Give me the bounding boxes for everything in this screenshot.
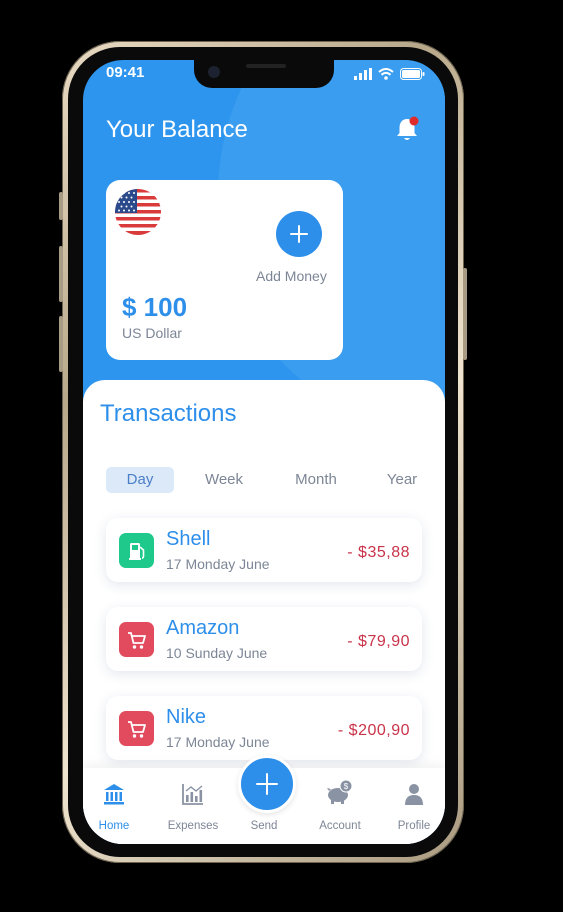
volume-down-button xyxy=(59,316,63,372)
tab-year[interactable]: Year xyxy=(373,467,431,493)
transaction-name: Nike xyxy=(166,706,207,728)
nav-label: Send xyxy=(250,820,278,832)
balance-card: Add Money $ 100 US Dollar xyxy=(106,180,343,360)
transaction-amount: - $79,90 xyxy=(347,633,410,650)
speaker-grille xyxy=(246,64,286,68)
svg-text:$: $ xyxy=(344,782,349,791)
transaction-name: Shell xyxy=(166,528,211,550)
plus-icon xyxy=(256,773,278,795)
tab-week[interactable]: Week xyxy=(189,467,259,493)
tab-day[interactable]: Day xyxy=(106,467,174,493)
transaction-item[interactable]: Amazon 10 Sunday June - $79,90 xyxy=(106,607,422,671)
nav-profile[interactable]: Profile xyxy=(378,768,445,844)
cart-icon xyxy=(119,622,154,657)
bank-icon xyxy=(104,784,124,805)
period-tabs: Day Week Month Year xyxy=(83,467,445,493)
transaction-amount: - $200,90 xyxy=(337,722,410,739)
notification-bell[interactable] xyxy=(394,116,420,144)
nav-label: Expenses xyxy=(167,820,219,832)
stage: 09:41 Your Balance Add Money $ 100 US Do… xyxy=(0,0,563,912)
transaction-item[interactable]: Nike 17 Monday June - $200,90 xyxy=(106,696,422,760)
power-button xyxy=(463,268,467,360)
nav-label: Profile xyxy=(397,820,431,832)
battery-icon xyxy=(400,68,425,80)
add-money-button[interactable] xyxy=(276,211,322,257)
transaction-amount: - $35,88 xyxy=(347,544,410,561)
camera-icon xyxy=(208,66,220,78)
tab-month[interactable]: Month xyxy=(281,467,351,493)
balance-currency: US Dollar xyxy=(122,325,182,341)
transaction-item[interactable]: Shell 17 Monday June - $35,88 xyxy=(106,518,422,582)
user-icon xyxy=(405,784,423,805)
balance-amount: $ 100 xyxy=(122,292,188,322)
nav-label: Account xyxy=(319,820,361,832)
piggy-bank-icon: $ xyxy=(327,780,353,804)
us-flag-icon xyxy=(115,189,161,235)
plus-icon xyxy=(290,225,308,243)
nav-home[interactable]: Home xyxy=(83,768,150,844)
cart-icon xyxy=(119,711,154,746)
transaction-name: Amazon xyxy=(166,617,240,639)
status-time: 09:41 xyxy=(106,64,145,81)
wifi-icon xyxy=(378,68,394,80)
chart-icon xyxy=(182,784,203,805)
nav-label: Home xyxy=(98,820,130,832)
transaction-date: 17 Monday June xyxy=(166,734,270,750)
silent-switch xyxy=(59,192,63,220)
bell-icon xyxy=(397,116,419,140)
fuel-icon xyxy=(119,533,154,568)
add-money-label[interactable]: Add Money xyxy=(256,268,327,284)
app-screen: 09:41 Your Balance Add Money $ 100 US Do… xyxy=(83,60,445,844)
signal-icon xyxy=(354,68,372,80)
page-title: Your Balance xyxy=(106,116,248,143)
nav-account[interactable]: $ Account xyxy=(304,768,376,844)
transactions-title: Transactions xyxy=(100,400,237,427)
nav-expenses[interactable]: Expenses xyxy=(157,768,229,844)
status-icons xyxy=(354,68,425,80)
send-button[interactable] xyxy=(238,755,296,813)
notch xyxy=(194,60,334,88)
volume-up-button xyxy=(59,246,63,302)
transaction-date: 10 Sunday June xyxy=(166,645,268,661)
transaction-date: 17 Monday June xyxy=(166,556,270,572)
